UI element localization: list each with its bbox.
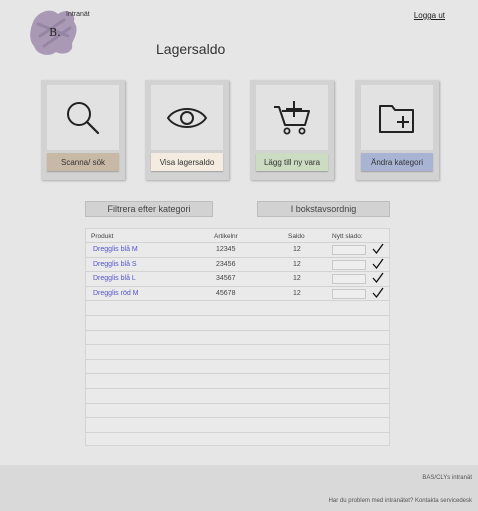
product-link[interactable]: Dregglis blå L [93,275,136,282]
action-tiles: Scanna/ sök Visa lagersaldo Lägg till ny… [0,80,478,180]
header-article: Artikelnr [214,233,238,240]
table-row-empty [86,417,389,432]
article-number: 12345 [216,246,236,253]
tile-icon-area [256,85,328,150]
new-balance-input[interactable] [332,288,366,299]
new-balance-input[interactable] [332,259,366,270]
table-row-empty [86,373,389,388]
new-balance-input[interactable] [332,274,366,285]
table-row: Dregglis blå S 23456 12 [86,256,389,272]
sort-alphabetical-button[interactable]: I bokstavsordnig [257,201,390,217]
table-row-empty [86,387,389,403]
show-stock-button[interactable]: Visa lagersaldo [151,153,223,171]
page-title: Lagersaldo [156,41,226,57]
table-row-empty [86,314,389,330]
tile-add-item[interactable]: Lägg till ny vara [250,80,334,180]
balance-value: 12 [293,246,301,253]
folder-plus-icon [379,104,414,133]
tile-scan-search[interactable]: Scanna/ sök [41,80,125,180]
footer-brand: BAS/CLYs intranät [422,475,472,481]
table-row-empty [86,344,389,359]
new-balance-input[interactable] [332,245,366,255]
article-number: 23456 [216,260,236,268]
header-new-balance: Nytt slado: [332,233,363,240]
cart-plus-icon [274,100,310,134]
product-link[interactable]: Dregglis blå M [93,246,138,253]
table-row: Dregglis blå L 34567 12 [86,271,389,286]
table-row-empty [86,431,389,447]
add-item-button[interactable]: Lägg till ny vara [256,153,328,171]
eye-icon [166,107,208,128]
intranet-label: Intranät [66,11,90,18]
tile-icon-area [47,85,119,150]
tile-change-category[interactable]: Ändra kategori [355,80,439,180]
header-balance: Saldo [288,233,305,240]
table-row: Dregglis blå M 12345 12 [86,242,389,257]
tile-icon-area [361,85,433,150]
article-number: 34567 [216,275,236,283]
logout-link[interactable]: Logga ut [414,11,445,20]
change-category-button[interactable]: Ändra kategori [361,153,433,171]
footer: BAS/CLYs intranät Har du problem med int… [0,465,478,511]
tile-icon-area [151,85,223,150]
table-row: Dregglis röd M 45678 12 [86,285,389,301]
scan-search-button[interactable]: Scanna/ sök [47,153,119,171]
logo-letter: B. [49,26,61,39]
stock-table: Produkt Artikelnr Saldo Nytt slado: Dreg… [85,228,390,446]
filter-category-button[interactable]: Filtrera efter kategori [85,201,213,217]
table-row-empty [86,300,389,315]
table-header: Produkt Artikelnr Saldo Nytt slado: [86,229,389,242]
table-row-empty [86,402,389,418]
header-product: Produkt [91,233,114,240]
check-icon[interactable] [372,258,384,270]
article-number: 45678 [216,289,236,297]
tile-show-stock[interactable]: Visa lagersaldo [145,80,229,180]
check-icon[interactable] [372,287,384,299]
product-link[interactable]: Dregglis blå S [93,261,137,268]
check-icon[interactable] [372,243,384,255]
table-row-empty [86,329,389,345]
check-icon[interactable] [372,272,384,284]
balance-value: 12 [293,289,301,297]
balance-value: 12 [293,260,301,268]
search-icon [67,101,100,134]
product-link[interactable]: Dregglis röd M [93,290,139,297]
table-row-empty [86,358,389,374]
balance-value: 12 [293,275,301,283]
footer-help-link[interactable]: Har du problem med intranätet? Kontakta … [329,498,472,504]
